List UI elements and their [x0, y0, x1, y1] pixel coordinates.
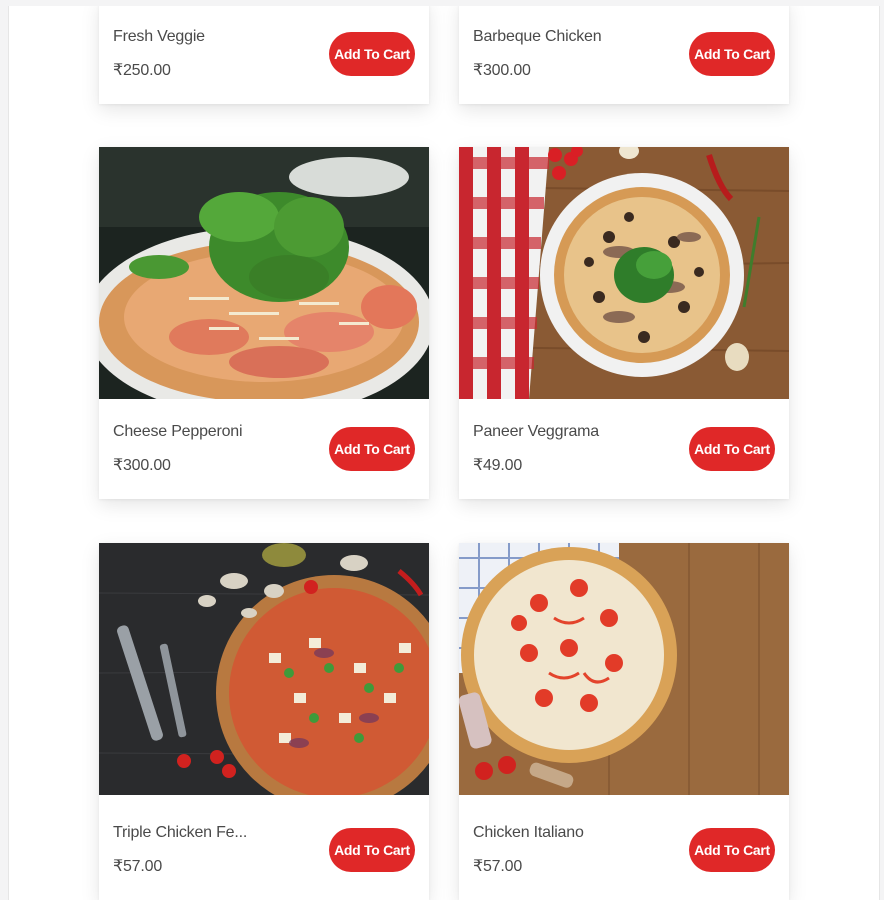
product-info: Paneer Veggrama ₹49.00 Add To Cart	[459, 399, 789, 499]
product-card: Fresh Veggie ₹250.00 Add To Cart	[99, 6, 429, 104]
add-to-cart-button[interactable]: Add To Cart	[689, 32, 775, 76]
product-image[interactable]	[99, 147, 429, 399]
add-to-cart-button[interactable]: Add To Cart	[689, 427, 775, 471]
product-card: Barbeque Chicken ₹300.00 Add To Cart	[459, 6, 789, 104]
product-card: Chicken Italiano ₹57.00 Add To Cart	[459, 543, 789, 900]
product-image[interactable]	[99, 543, 429, 795]
add-to-cart-button[interactable]: Add To Cart	[689, 828, 775, 872]
add-to-cart-button[interactable]: Add To Cart	[329, 427, 415, 471]
product-info: Chicken Italiano ₹57.00 Add To Cart	[459, 800, 789, 900]
chicken-italiano-pizza-image	[459, 543, 789, 795]
product-name: Barbeque Chicken	[473, 28, 602, 45]
product-card: Triple Chicken Fe... ₹57.00 Add To Cart	[99, 543, 429, 900]
paneer-veggrama-pizza-image	[459, 147, 789, 399]
product-info: Triple Chicken Fe... ₹57.00 Add To Cart	[99, 800, 429, 900]
triple-chicken-feast-pizza-image	[99, 543, 429, 795]
add-to-cart-button[interactable]: Add To Cart	[329, 32, 415, 76]
product-price: ₹57.00	[473, 858, 523, 875]
product-price: ₹49.00	[473, 457, 523, 474]
product-name: Triple Chicken Fe...	[113, 824, 248, 841]
product-price: ₹300.00	[473, 62, 531, 79]
product-name: Cheese Pepperoni	[113, 423, 243, 440]
product-name: Chicken Italiano	[473, 824, 584, 841]
product-price: ₹250.00	[113, 62, 171, 79]
product-name: Paneer Veggrama	[473, 423, 599, 440]
product-card: Cheese Pepperoni ₹300.00 Add To Cart	[99, 147, 429, 499]
product-name: Fresh Veggie	[113, 28, 205, 45]
product-price: ₹57.00	[113, 858, 163, 875]
product-image[interactable]	[459, 147, 789, 399]
product-info: Cheese Pepperoni ₹300.00 Add To Cart	[99, 399, 429, 499]
cheese-pepperoni-pizza-image	[99, 147, 429, 399]
add-to-cart-button[interactable]: Add To Cart	[329, 828, 415, 872]
product-grid: Fresh Veggie ₹250.00 Add To Cart Barbequ…	[8, 6, 880, 900]
product-info: Barbeque Chicken ₹300.00 Add To Cart	[459, 6, 789, 104]
product-card: Paneer Veggrama ₹49.00 Add To Cart	[459, 147, 789, 499]
product-price: ₹300.00	[113, 457, 171, 474]
product-info: Fresh Veggie ₹250.00 Add To Cart	[99, 6, 429, 104]
product-image[interactable]	[459, 543, 789, 795]
